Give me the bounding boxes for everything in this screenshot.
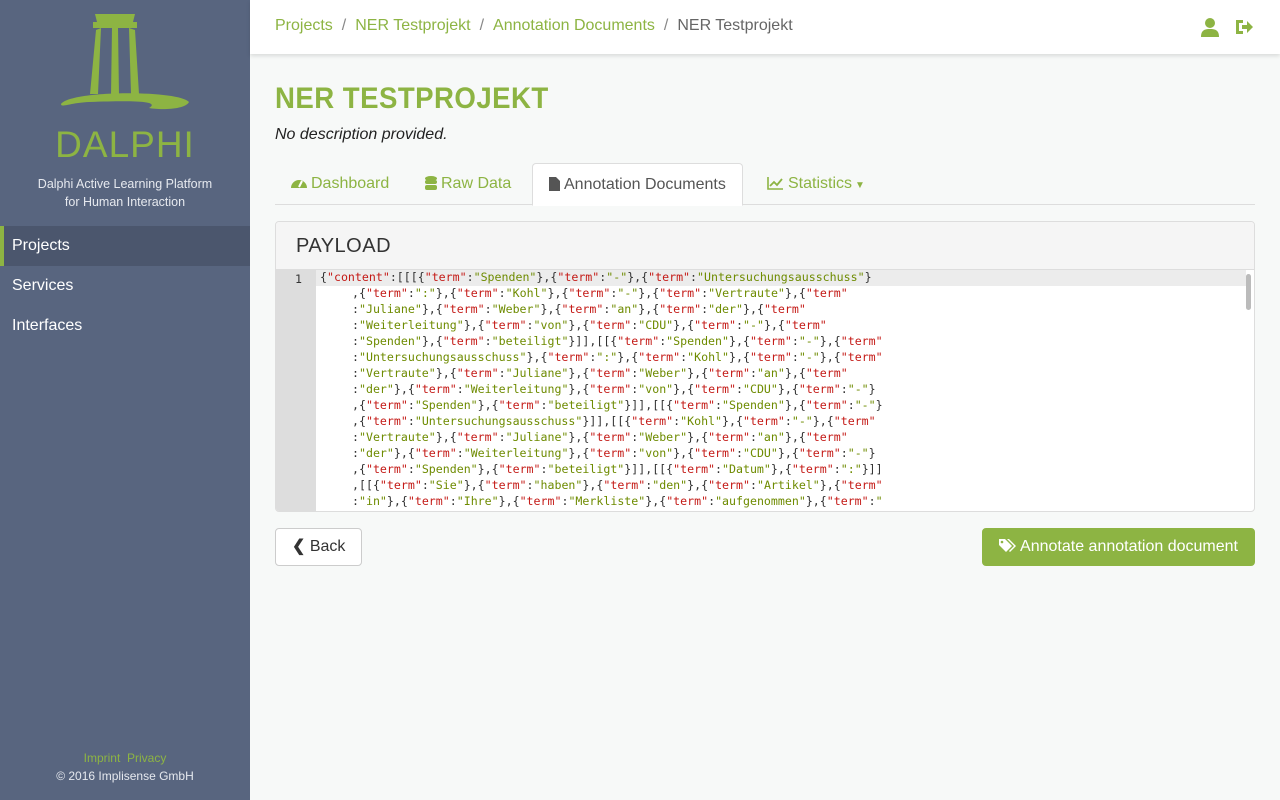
tags-icon bbox=[999, 539, 1017, 552]
page-title: NER TESTPROJEKT bbox=[275, 82, 549, 115]
brand-name: DALPHI bbox=[55, 124, 195, 165]
tagline-line-1: Dalphi Active Learning Platform bbox=[37, 177, 213, 191]
breadcrumb-annotation-documents[interactable]: Annotation Documents bbox=[493, 17, 655, 34]
sidebar-footer: Imprint Privacy © 2016 Implisense GmbH bbox=[0, 749, 250, 785]
sidebar: DALPHI Dalphi Active Learning Platform f… bbox=[0, 0, 250, 800]
dalphi-temple-logo bbox=[61, 14, 189, 110]
breadcrumb-projects[interactable]: Projects bbox=[275, 17, 333, 34]
caret-down-icon: ▼ bbox=[855, 180, 865, 191]
sidebar-item-interfaces[interactable]: Interfaces bbox=[0, 306, 250, 346]
code-line: ,{"term":"Untersuchungsausschuss"}]],[[{… bbox=[352, 414, 876, 428]
sign-out-icon[interactable] bbox=[1234, 17, 1254, 37]
breadcrumb: Projects / NER Testprojekt / Annotation Docu… bbox=[275, 17, 793, 34]
tab-raw-data[interactable]: Raw Data bbox=[409, 163, 527, 205]
code-line: :"Vertraute"},{"term":"Juliane"},{"term"… bbox=[352, 366, 848, 380]
back-button[interactable]: ❮ Back bbox=[275, 528, 363, 566]
tab-bar: Dashboard Raw Data Annotation Documents … bbox=[275, 163, 1255, 206]
tab-statistics[interactable]: Statistics ▼ bbox=[751, 163, 881, 205]
tab-label: Statistics bbox=[788, 175, 853, 192]
imprint-link[interactable]: Imprint bbox=[84, 751, 121, 765]
back-label: Back bbox=[309, 538, 346, 555]
code-line: :"Juliane"},{"term":"Weber"},{"term":"an… bbox=[352, 302, 806, 316]
sidebar-item-projects[interactable]: Projects bbox=[0, 226, 250, 266]
line-gutter: 1 bbox=[276, 270, 316, 511]
file-icon bbox=[549, 177, 560, 191]
code-line: :"Untersuchungsausschuss"},{"term":":"},… bbox=[352, 350, 883, 364]
scrollbar[interactable] bbox=[1246, 274, 1251, 310]
breadcrumb-project[interactable]: NER Testprojekt bbox=[355, 17, 470, 34]
tab-label: Annotation Documents bbox=[564, 176, 726, 193]
annotate-button[interactable]: Annotate annotation document bbox=[982, 528, 1255, 566]
code-line: ,{"term":"Spenden"},{"term":"beteiligt"}… bbox=[352, 462, 883, 476]
line-number: 1 bbox=[295, 272, 302, 286]
privacy-link[interactable]: Privacy bbox=[127, 751, 166, 765]
user-icon[interactable] bbox=[1200, 17, 1220, 37]
tab-dashboard[interactable]: Dashboard bbox=[275, 163, 405, 205]
annotate-label: Annotate annotation document bbox=[1020, 538, 1238, 555]
code-line: :"in"},{"term":"Ihre"},{"term":"Merklist… bbox=[352, 494, 883, 508]
code-line: {"content":[[[{"term":"Spenden"},{"term"… bbox=[316, 270, 1246, 286]
code-line: ,{"term":":"},{"term":"Kohl"},{"term":"-… bbox=[352, 286, 848, 300]
tagline-line-2: for Human Interaction bbox=[64, 195, 186, 209]
code-line: :"der"},{"term":"Weiterleitung"},{"term"… bbox=[352, 382, 876, 396]
chevron-left-icon: ❮ bbox=[292, 538, 306, 555]
code-line: ,[[{"term":"Sie"},{"term":"haben"},{"ter… bbox=[352, 478, 883, 492]
panel-title: PAYLOAD bbox=[276, 222, 1254, 270]
breadcrumb-current: NER Testprojekt bbox=[677, 17, 793, 34]
dashboard-icon bbox=[291, 180, 307, 188]
tab-label: Raw Data bbox=[441, 175, 512, 192]
database-icon bbox=[425, 176, 437, 190]
tagline: Dalphi Active Learning Platform for Huma… bbox=[0, 175, 250, 211]
line-chart-icon bbox=[767, 177, 783, 190]
tab-label: Dashboard bbox=[311, 175, 390, 192]
code-line: :"Weiterleitung"},{"term":"von"},{"term"… bbox=[352, 318, 827, 332]
page-description: No description provided. bbox=[275, 126, 448, 143]
payload-panel: PAYLOAD 1 {"content":[[[{"term":"Spenden… bbox=[275, 221, 1255, 512]
code-line: :"Vertraute"},{"term":"Juliane"},{"term"… bbox=[352, 430, 848, 444]
sidebar-item-services[interactable]: Services bbox=[0, 266, 250, 306]
code-line: :"der"},{"term":"Weiterleitung"},{"term"… bbox=[352, 446, 876, 460]
copyright: © 2016 Implisense GmbH bbox=[56, 769, 194, 783]
code-content[interactable]: {"content":[[[{"term":"Spenden"},{"term"… bbox=[316, 270, 1246, 510]
top-bar: Projects / NER Testprojekt / Annotation Docu… bbox=[250, 0, 1280, 54]
tab-annotation-documents[interactable]: Annotation Documents bbox=[532, 163, 743, 206]
code-line: :"Spenden"},{"term":"beteiligt"}]],[[{"t… bbox=[352, 334, 883, 348]
code-line: ,{"term":"Spenden"},{"term":"beteiligt"}… bbox=[352, 398, 883, 412]
code-editor[interactable]: 1 {"content":[[[{"term":"Spenden"},{"ter… bbox=[276, 270, 1254, 511]
